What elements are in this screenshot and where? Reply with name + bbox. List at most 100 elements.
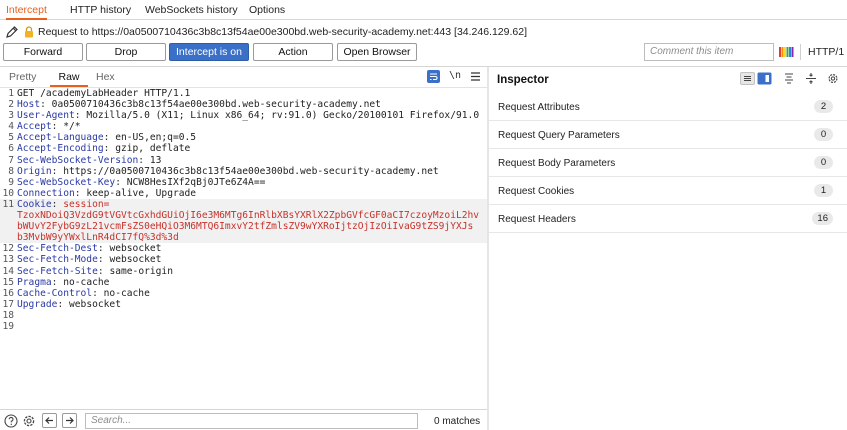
code-line[interactable]: 15 Pragma: no-cache [0,277,487,288]
wrap-lines-icon[interactable] [427,70,440,83]
inspector-row-label: Request Attributes [498,102,580,113]
header-name: Cache-Control [17,287,93,299]
count-badge: 2 [814,100,833,113]
line-number: 13 [2,254,14,266]
panel-view-icon[interactable] [757,72,772,85]
code-line[interactable]: 2 Host: 0a0500710436c3b8c13f54ae00e300bd.… [0,99,487,110]
header-name: Sec-WebSocket-Version [17,154,139,166]
inspector-row-headers[interactable]: Request Headers 16 [489,205,847,233]
http-version-label[interactable]: HTTP/1 [800,44,844,60]
line-number: 18 [2,309,14,321]
header-name: Sec-Fetch-Mode [17,254,98,266]
inspector-row-request-attributes[interactable]: Request Attributes 2 [489,93,847,121]
header-name: Sec-WebSocket-Key [17,176,116,188]
header-value: en-US,en;q=0.5 [115,132,197,144]
action-button[interactable]: Action [253,43,333,61]
menu-icon[interactable] [470,70,481,83]
header-value: websocket [109,243,162,255]
settings-icon[interactable] [22,414,36,428]
list-view-icon[interactable] [740,72,755,85]
help-icon[interactable] [4,414,18,428]
pencil-icon[interactable] [5,25,19,39]
tab-http-history[interactable]: HTTP history [70,4,131,20]
inspector-row-query-parameters[interactable]: Request Query Parameters 0 [489,121,847,149]
tab-hex[interactable]: Hex [96,71,115,87]
forward-button[interactable]: Forward [3,43,83,61]
open-browser-button[interactable]: Open Browser [337,43,417,61]
request-line-text: GET /academyLabHeader HTTP/1.1 [17,88,191,99]
header-separator: : [40,99,52,111]
drop-button[interactable]: Drop [86,43,166,61]
inspector-row-label: Request Body Parameters [498,158,616,169]
inspector-row-label: Request Headers [498,214,576,225]
header-value: same-origin [109,265,173,277]
raw-request-text[interactable]: 1 GET /academyLabHeader HTTP/1.1 2 Host: 0a… [0,88,487,332]
header-name: Accept-Encoding [17,143,104,155]
header-separator: : [51,121,64,133]
line-number: 2 [8,99,14,111]
code-line[interactable]: 17 Upgrade: websocket [0,299,487,310]
code-line[interactable]: bWUvY2FybG9zL21vcmFsZS0eHQiO3M6MTQ6ImxvY… [0,221,487,233]
header-value: NCW8HesIXf2qBj0JTe6Z4A== [126,176,266,188]
line-number: 17 [2,298,14,310]
code-line[interactable]: 13 Sec-Fetch-Mode: websocket [0,254,487,265]
code-line[interactable]: 18 [0,310,487,321]
top-tab-bar: Intercept HTTP history WebSockets histor… [0,0,847,20]
code-line[interactable]: 1 GET /academyLabHeader HTTP/1.1 [0,88,487,99]
code-line[interactable]: 19 [0,321,487,332]
tab-pretty[interactable]: Pretty [9,71,36,87]
header-name: Upgrade [17,298,58,310]
header-name: Accept [17,121,52,133]
intercept-toggle-button[interactable]: Intercept is on [169,43,249,61]
line-number: 11 [2,198,14,210]
search-input[interactable]: Search... [85,413,418,429]
header-value: keep-alive, Upgrade [86,187,197,199]
header-separator: : [138,154,150,166]
request-target: Request to https://0a0500710436c3b8c13f5… [38,26,528,38]
comment-input[interactable]: Comment this item [644,43,774,61]
header-separator: : [74,187,87,199]
header-value: websocket [69,298,121,310]
next-match-button[interactable] [62,413,77,428]
code-line[interactable]: 9 Sec-WebSocket-Key: NCW8HesIXf2qBj0JTe6Z… [0,177,487,188]
align-icon[interactable] [804,72,818,85]
count-badge: 1 [814,184,833,197]
tab-raw[interactable]: Raw [50,71,88,87]
sort-icon[interactable] [782,72,796,85]
code-line[interactable]: 16 Cache-Control: no-cache [0,288,487,299]
header-separator: : [115,176,127,188]
tab-options[interactable]: Options [249,4,285,20]
header-separator: : [74,110,87,122]
code-line[interactable]: 14 Sec-Fetch-Site: same-origin [0,266,487,277]
code-line[interactable]: b3MvbW9yYWxlLnR4dCI7fQ%3d%3d [0,232,487,244]
gear-icon[interactable] [826,72,840,85]
tab-intercept[interactable]: Intercept [6,4,47,20]
line-number: 6 [8,143,14,155]
header-name: Sec-Fetch-Dest [17,243,98,255]
code-line[interactable]: 10 Connection: keep-alive, Upgrade [0,188,487,199]
code-line[interactable]: 4 Accept: */* [0,121,487,132]
highlighter-icon[interactable] [778,45,794,59]
cookie-value: bWUvY2FybG9zL21vcmFsZS0eHQiO3M6MTQ6ImxvY… [17,221,474,233]
code-line[interactable]: 8 Origin: https://0a0500710436c3b8c13f54a… [0,166,487,177]
line-number: 3 [8,110,14,122]
code-line[interactable]: 6 Accept-Encoding: gzip, deflate [0,143,487,154]
previous-match-button[interactable] [42,413,57,428]
code-line[interactable]: 7 Sec-WebSocket-Version: 13 [0,155,487,166]
code-line[interactable]: 11 Cookie: session= [0,198,487,211]
inspector-row-cookies[interactable]: Request Cookies 1 [489,177,847,205]
code-line[interactable]: 5 Accept-Language: en-US,en;q=0.5 [0,132,487,143]
tab-websockets-history[interactable]: WebSockets history [145,4,238,20]
code-line[interactable]: TzoxNDoiQ3VzdG9tVGVtcGxhdGUiOjI6e3M6MTg6… [0,210,487,222]
newline-icon[interactable]: \n [449,70,461,83]
header-value: Mozilla/5.0 (X11; Linux x86_64; rv:91.0)… [86,110,480,122]
header-value: no-cache [63,276,110,288]
code-line[interactable]: 12 Sec-Fetch-Dest: websocket [0,243,487,254]
cookie-value: b3MvbW9yYWxlLnR4dCI7fQ%3d%3d [17,232,179,244]
line-number: 9 [8,176,14,188]
request-editor: Pretty Raw Hex \n 1 GET /academyLabHeader… [0,67,487,407]
forward-arrow-icon [66,417,74,424]
code-line[interactable]: 3 User-Agent: Mozilla/5.0 (X11; Linux x86… [0,110,487,121]
inspector-row-body-parameters[interactable]: Request Body Parameters 0 [489,149,847,177]
header-name: Connection [17,187,75,199]
